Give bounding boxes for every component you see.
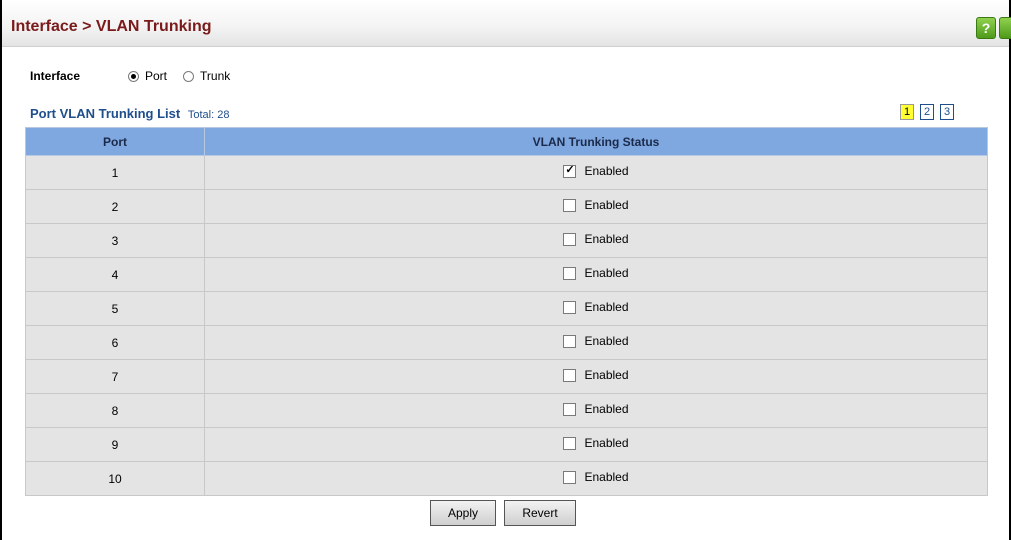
port-cell: 2 <box>25 189 205 224</box>
status-cell: Enabled <box>204 461 988 496</box>
port-cell: 5 <box>25 291 205 326</box>
interface-label: Interface <box>30 69 81 83</box>
enabled-label: Enabled <box>584 164 629 179</box>
enabled-checkbox[interactable] <box>563 402 577 416</box>
list-title: Port VLAN Trunking List <box>30 106 181 121</box>
radio-port-label: Port <box>145 69 168 83</box>
page-link-2[interactable]: 2 <box>920 104 934 120</box>
enabled-checkbox-control[interactable]: Enabled <box>563 402 629 417</box>
enabled-label: Enabled <box>584 266 629 281</box>
page-link-1[interactable]: 1 <box>900 104 914 120</box>
enabled-label: Enabled <box>584 470 629 485</box>
table-row: 3 Enabled <box>25 223 988 258</box>
enabled-checkbox-control[interactable]: Enabled <box>563 470 629 485</box>
enabled-checkbox[interactable] <box>563 368 577 382</box>
radio-trunk[interactable]: Trunk <box>183 69 230 83</box>
enabled-label: Enabled <box>584 334 629 349</box>
enabled-checkbox[interactable] <box>563 436 577 450</box>
enabled-checkbox[interactable] <box>563 232 577 246</box>
help-icon[interactable]: ? <box>976 17 996 39</box>
enabled-checkbox-control[interactable]: Enabled <box>563 232 629 247</box>
port-vlan-trunking-table: Port VLAN Trunking Status 1 Enabled 2 Enabl… <box>25 127 988 496</box>
table-row: 1 Enabled <box>25 155 988 190</box>
radio-port-button[interactable] <box>128 70 139 82</box>
revert-button[interactable]: Revert <box>504 500 576 526</box>
table-header-row: Port VLAN Trunking Status <box>25 127 988 156</box>
status-cell: Enabled <box>204 359 988 394</box>
table-row: 4 Enabled <box>25 257 988 292</box>
enabled-checkbox-control[interactable]: Enabled <box>563 300 629 315</box>
table-row: 8 Enabled <box>25 393 988 428</box>
title-bar: Interface > VLAN Trunking ? <box>2 0 1011 47</box>
status-cell: Enabled <box>204 393 988 428</box>
status-cell: Enabled <box>204 189 988 224</box>
list-total: Total: 28 <box>187 109 230 121</box>
enabled-checkbox-control[interactable]: Enabled <box>563 266 629 281</box>
pagination: 1 2 3 <box>900 104 954 120</box>
port-cell: 3 <box>25 223 205 258</box>
port-cell: 1 <box>25 155 205 190</box>
apply-button[interactable]: Apply <box>430 500 496 526</box>
enabled-checkbox[interactable] <box>563 164 577 178</box>
action-buttons: Apply Revert <box>430 500 576 526</box>
enabled-checkbox[interactable] <box>563 266 577 280</box>
enabled-checkbox-control[interactable]: Enabled <box>563 436 629 451</box>
status-cell: Enabled <box>204 155 988 190</box>
table-row: 9 Enabled <box>25 427 988 462</box>
status-cell: Enabled <box>204 325 988 360</box>
port-cell: 10 <box>25 461 205 496</box>
enabled-checkbox[interactable] <box>563 334 577 348</box>
status-cell: Enabled <box>204 427 988 462</box>
enabled-label: Enabled <box>584 198 629 213</box>
enabled-checkbox-control[interactable]: Enabled <box>563 334 629 349</box>
port-cell: 9 <box>25 427 205 462</box>
enabled-checkbox-control[interactable]: Enabled <box>563 164 629 179</box>
enabled-checkbox[interactable] <box>563 470 577 484</box>
table-row: 10 Enabled <box>25 461 988 496</box>
enabled-checkbox-control[interactable]: Enabled <box>563 198 629 213</box>
status-cell: Enabled <box>204 223 988 258</box>
status-cell: Enabled <box>204 257 988 292</box>
port-cell: 8 <box>25 393 205 428</box>
enabled-checkbox[interactable] <box>563 198 577 212</box>
column-header-port: Port <box>25 127 205 156</box>
table-row: 6 Enabled <box>25 325 988 360</box>
radio-trunk-label: Trunk <box>200 69 231 83</box>
table-row: 5 Enabled <box>25 291 988 326</box>
enabled-label: Enabled <box>584 368 629 383</box>
enabled-label: Enabled <box>584 436 629 451</box>
enabled-checkbox[interactable] <box>563 300 577 314</box>
radio-trunk-button[interactable] <box>183 70 195 82</box>
page-link-3[interactable]: 3 <box>940 104 954 120</box>
table-row: 7 Enabled <box>25 359 988 394</box>
enabled-checkbox-control[interactable]: Enabled <box>563 368 629 383</box>
enabled-label: Enabled <box>584 300 629 315</box>
table-row: 2 Enabled <box>25 189 988 224</box>
column-header-status: VLAN Trunking Status <box>204 127 988 156</box>
port-cell: 6 <box>25 325 205 360</box>
page-title: Interface > VLAN Trunking <box>11 18 212 35</box>
enabled-label: Enabled <box>584 402 629 417</box>
toolbar-button-icon[interactable] <box>999 17 1011 39</box>
list-header: Port VLAN Trunking List Total: 28 <box>30 106 229 121</box>
interface-selector: Interface Port Trunk <box>30 68 246 84</box>
port-cell: 4 <box>25 257 205 292</box>
port-cell: 7 <box>25 359 205 394</box>
enabled-label: Enabled <box>584 232 629 247</box>
radio-port[interactable]: Port <box>128 69 167 83</box>
status-cell: Enabled <box>204 291 988 326</box>
